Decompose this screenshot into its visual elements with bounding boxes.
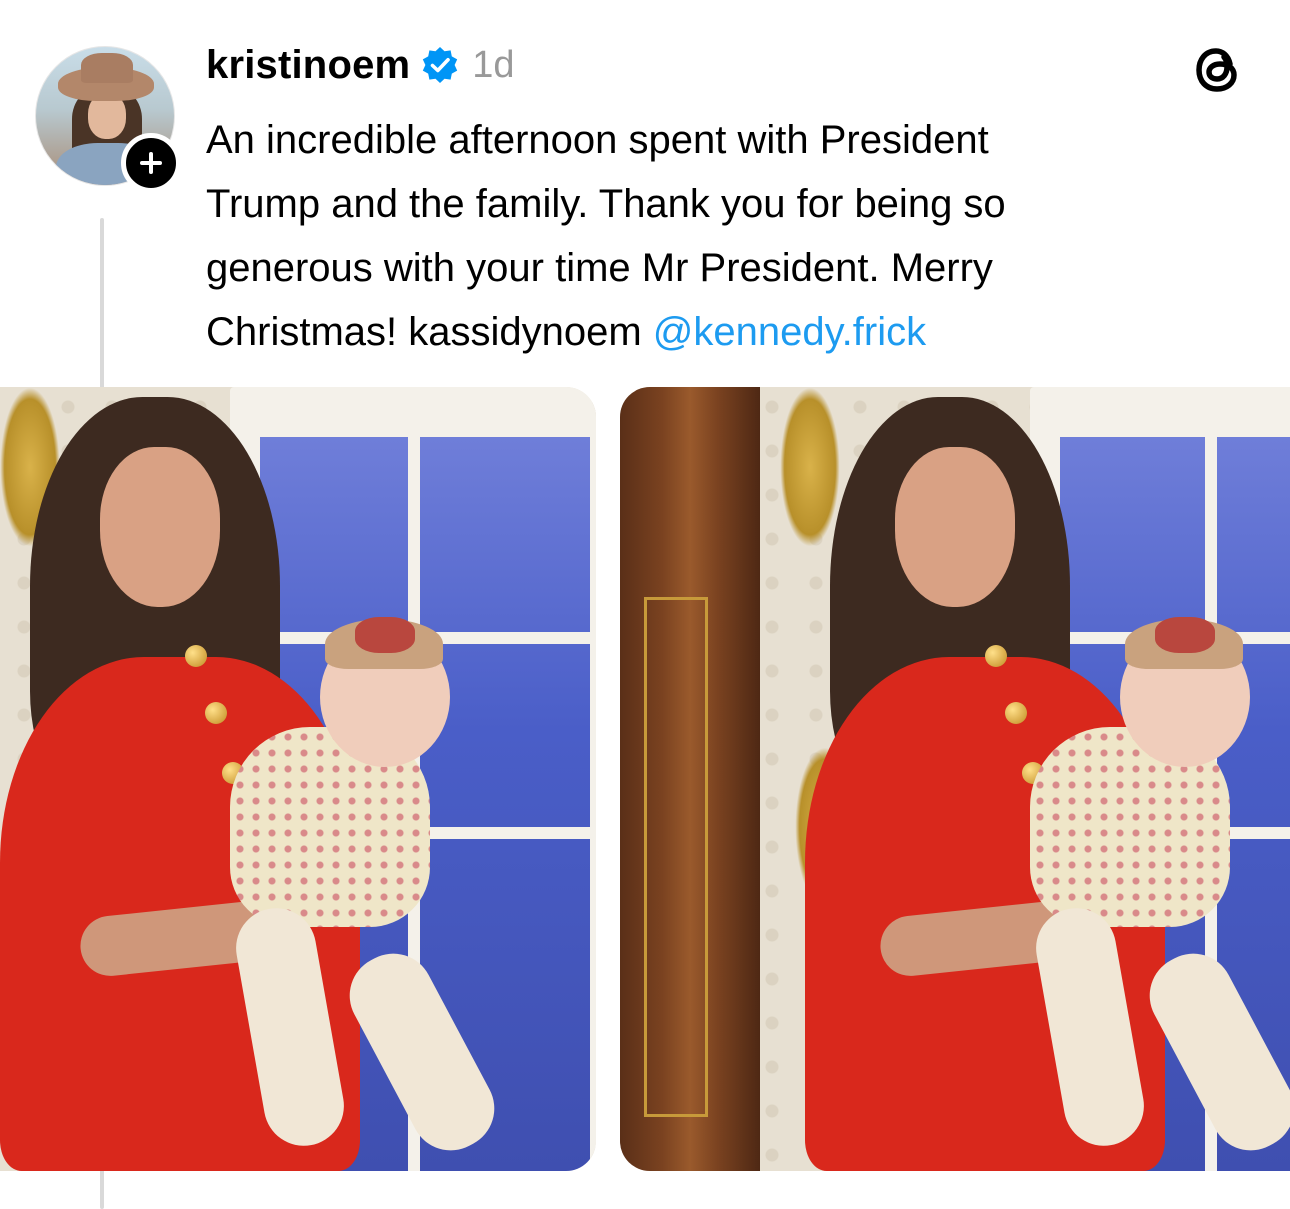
- post-caption: An incredible afternoon spent with Presi…: [206, 108, 1266, 364]
- mention-link[interactable]: @kennedy.frick: [653, 310, 926, 354]
- verified-badge-icon: [423, 47, 458, 83]
- post-photo-2[interactable]: [620, 387, 1290, 1171]
- post-photo-1[interactable]: [0, 387, 596, 1171]
- post-header: kristinoem 1d: [206, 40, 515, 90]
- username[interactable]: kristinoem: [206, 43, 410, 88]
- follow-button[interactable]: [121, 133, 181, 193]
- media-carousel[interactable]: [0, 387, 1290, 1171]
- timestamp: 1d: [472, 43, 515, 86]
- threads-logo-icon[interactable]: [1190, 42, 1246, 98]
- plus-icon: [140, 152, 162, 174]
